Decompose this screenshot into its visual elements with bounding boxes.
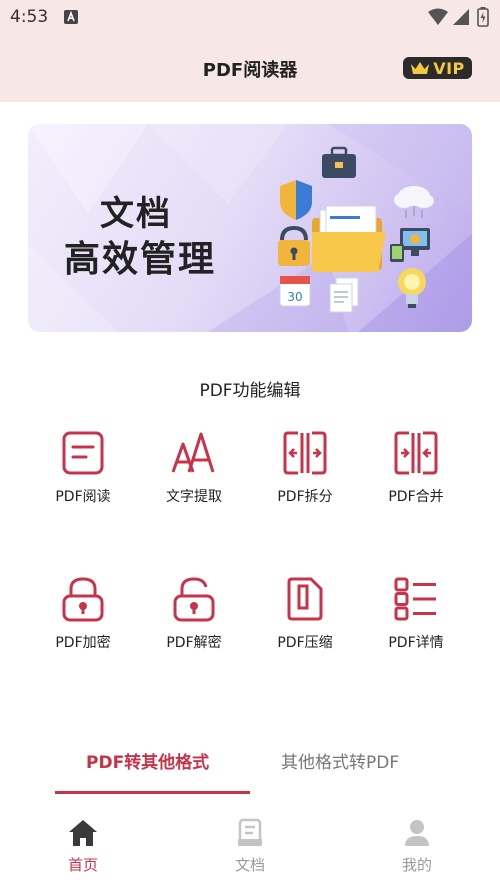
nav-documents[interactable]: 文档 (210, 818, 290, 875)
tab-other-to-pdf[interactable]: 其他格式转PDF (281, 748, 399, 773)
shield-icon (280, 180, 312, 220)
section-title: PDF功能编辑 (199, 381, 301, 401)
battery-icon (477, 7, 489, 27)
nav-label: 文档 (234, 856, 265, 874)
briefcase-icon (322, 146, 356, 178)
papers-icon (329, 277, 359, 313)
feature-pdf-details[interactable]: PDF详情 (360, 576, 472, 676)
lightbulb-icon (398, 268, 426, 308)
feature-pdf-encrypt[interactable]: PDF加密 (27, 576, 139, 676)
vip-label: VIP (433, 58, 465, 78)
nav-label: 我的 (401, 856, 432, 874)
details-icon (394, 577, 436, 621)
nav-label: 首页 (67, 856, 98, 874)
signal-icon (453, 9, 469, 25)
cloud-icon (394, 186, 434, 218)
feature-label: PDF合并 (388, 489, 444, 505)
banner-subheadline: 高效管理 (64, 239, 217, 280)
compress-icon (287, 577, 323, 621)
feature-label: PDF详情 (388, 635, 444, 651)
feature-pdf-split[interactable]: PDF拆分 (249, 430, 361, 530)
profile-icon (405, 820, 429, 846)
nav-home[interactable]: 首页 (43, 818, 123, 875)
feature-label: PDF拆分 (277, 489, 333, 505)
banner-illustration: 30 (278, 146, 434, 313)
nav-profile[interactable]: 我的 (377, 818, 457, 875)
vip-button[interactable]: VIP (403, 57, 472, 79)
app-header: PDF阅读器 VIP (0, 34, 500, 102)
monitor-icon (390, 228, 430, 262)
bottom-navigation: 首页 文档 我的 (0, 806, 500, 888)
tab-pdf-to-other[interactable]: PDF转其他格式 (86, 748, 209, 773)
svg-text:30: 30 (287, 290, 302, 304)
feature-pdf-read[interactable]: PDF阅读 (27, 430, 139, 530)
feature-label: PDF阅读 (55, 489, 111, 505)
lock-icon (62, 577, 104, 622)
document-icon (238, 818, 262, 846)
wifi-icon (428, 8, 448, 25)
feature-label: PDF解密 (166, 635, 222, 651)
active-tab-indicator (55, 791, 250, 794)
split-icon (283, 431, 327, 475)
calendar-icon: 30 (279, 275, 311, 307)
top-area: 4:53 PDF阅读器 VIP (0, 0, 500, 102)
padlock-icon (278, 225, 310, 266)
banner-headline: 文档 (100, 194, 172, 234)
feature-label: 文字提取 (166, 489, 222, 505)
reader-icon (62, 431, 104, 475)
status-bar: 4:53 (0, 0, 500, 34)
folder-icon (312, 205, 386, 272)
crown-icon (411, 62, 430, 74)
text-extract-icon (171, 432, 215, 473)
promo-banner[interactable]: 文档 高效管理 30 (28, 124, 472, 332)
unlock-icon (173, 577, 215, 622)
feature-pdf-compress[interactable]: PDF压缩 (249, 576, 361, 676)
feature-pdf-merge[interactable]: PDF合并 (360, 430, 472, 530)
merge-icon (394, 431, 438, 475)
home-icon (69, 820, 97, 846)
status-time: 4:53 (10, 7, 49, 27)
feature-pdf-decrypt[interactable]: PDF解密 (138, 576, 250, 676)
feature-label: PDF压缩 (277, 635, 333, 651)
a-notification-icon (64, 10, 78, 24)
feature-label: PDF加密 (55, 635, 111, 651)
feature-text-extract[interactable]: 文字提取 (138, 430, 250, 530)
